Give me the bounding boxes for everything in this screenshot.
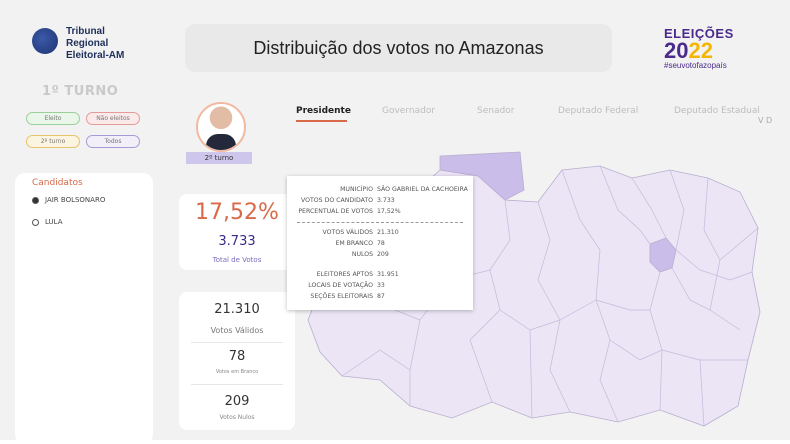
divider [191, 384, 283, 385]
candidate-label: LULA [45, 218, 63, 226]
filter-segundo-turno-button[interactable]: 2º turno [26, 135, 80, 148]
blank-votes-value: 78 [228, 349, 246, 364]
filter-eleito-button[interactable]: Eleito [26, 112, 80, 125]
candidates-title: Candidatos [32, 178, 83, 188]
divider [191, 342, 283, 343]
elections-hashtag: #seuvotofazopaís [664, 61, 727, 70]
candidate-status-badge: 2º turno [186, 152, 252, 164]
tab-senador[interactable]: Senador [477, 106, 514, 116]
vote-percentage: 17,52% [195, 200, 279, 225]
tre-name: Tribunal Regional Eleitoral-AM [66, 26, 124, 62]
tre-seal-icon [32, 28, 58, 54]
tooltip-separator [297, 222, 463, 223]
active-tab-indicator [296, 120, 347, 122]
null-votes-label: Votos Nulos [219, 414, 255, 421]
candidate-option-lula[interactable]: LULA [32, 218, 63, 226]
candidate-photo-suit [206, 134, 236, 150]
radio-unselected-icon [32, 218, 39, 226]
tre-name-line-2: Regional [66, 38, 109, 49]
filter-todos-button[interactable]: Todos [86, 135, 140, 148]
vote-stats-card: 21.310 Votos Válidos 78 Votos em Branco … [179, 292, 295, 430]
tre-logo: Tribunal Regional Eleitoral-AM [32, 24, 172, 64]
elections-2022-logo: ELEIÇÕES 2022 #seuvotofazopaís [664, 26, 744, 74]
filter-nao-eleitos-button[interactable]: Não eleitos [86, 112, 140, 125]
candidate-label: JAIR BOLSONARO [45, 196, 106, 204]
tab-presidente[interactable]: Presidente [296, 106, 351, 116]
candidates-panel: Candidatos JAIR BOLSONARO LULA [15, 173, 153, 444]
valid-votes-label: Votos Válidos [210, 326, 264, 335]
page-title: Distribuição dos votos no Amazonas [185, 24, 612, 72]
round-label: 1º TURNO [42, 84, 119, 99]
radio-selected-icon [32, 196, 39, 204]
tre-name-line-3: Eleitoral-AM [66, 50, 125, 61]
tabs-scroll-indicator[interactable]: V D [758, 116, 772, 125]
vote-count: 3.733 [218, 234, 256, 249]
vote-count-label: Total de Votos [212, 256, 262, 264]
municipality-tooltip: MUNICÍPIO SÃO GABRIEL DA CACHOEIRA VOTOS … [287, 176, 473, 310]
blank-votes-label: Votos em Branco [215, 369, 259, 375]
candidate-photo [196, 102, 246, 152]
candidate-option-bolsonaro[interactable]: JAIR BOLSONARO [32, 196, 105, 204]
candidate-summary-card: 17,52% 3.733 Total de Votos [179, 194, 295, 270]
tab-governador[interactable]: Governador [382, 106, 435, 116]
null-votes-value: 209 [224, 394, 250, 409]
tab-deputado-estadual[interactable]: Deputado Estadual [674, 106, 760, 116]
valid-votes-value: 21.310 [214, 302, 260, 317]
tre-name-line-1: Tribunal [66, 26, 105, 37]
bottom-bar [0, 440, 790, 444]
elections-year: 2022 [664, 38, 713, 63]
tab-deputado-federal[interactable]: Deputado Federal [558, 106, 638, 116]
